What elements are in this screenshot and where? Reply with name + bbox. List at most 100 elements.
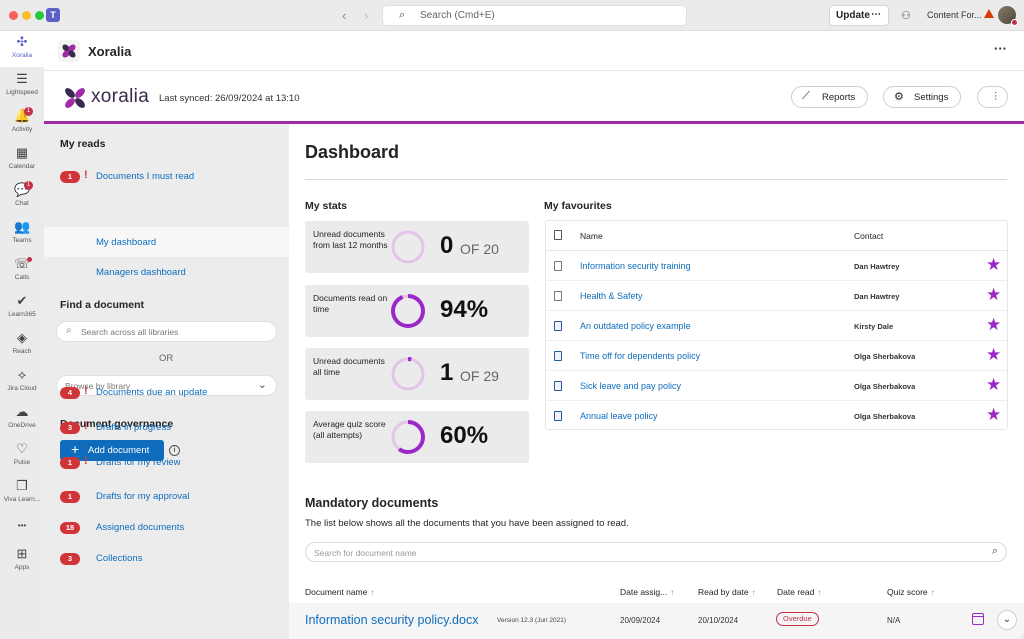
star-icon[interactable]: ★ <box>986 406 1001 423</box>
quiz-score-value: N/A <box>887 616 901 625</box>
library-search-input[interactable]: ⌕ Search across all libraries <box>56 321 277 342</box>
rail-item-calls[interactable]: ☏ Calls <box>0 253 44 289</box>
star-icon[interactable]: ★ <box>986 256 1001 273</box>
header-more-button[interactable]: ⋮ <box>977 86 1008 108</box>
page-icon <box>554 291 562 301</box>
rail-item-pulse[interactable]: ♡ Pulse <box>0 438 44 474</box>
close-window-button[interactable] <box>9 11 18 20</box>
column-header-date-read[interactable]: Date read ↑ <box>777 587 821 597</box>
rail-item-onedrive[interactable]: ☁ OneDrive <box>0 401 44 437</box>
rail-item-more[interactable]: ••• <box>0 508 44 544</box>
exclamation-icon: ! <box>84 420 88 432</box>
stat-card[interactable]: Unread documents all time 1 OF 29 <box>305 348 529 400</box>
document-name-search-input[interactable]: Search for document name ⌕ <box>305 542 1007 562</box>
forward-arrow-icon[interactable]: › <box>364 8 368 23</box>
rail-item-label: Calendar <box>8 163 36 170</box>
stat-card[interactable]: Documents read on time 94% <box>305 285 529 337</box>
list-item[interactable]: Sick leave and pay policy Olga Sherbakova… <box>546 371 1009 401</box>
column-header-read-by-date[interactable]: Read by date ↑ <box>698 587 756 597</box>
rail-item-viva-learn[interactable]: ❐ Viva Learn... <box>0 475 44 511</box>
nav-item-drafts-for-my-review[interactable]: 1! Drafts for my review <box>44 450 289 476</box>
favourite-name-link[interactable]: Annual leave policy <box>580 411 658 421</box>
rail-item-activity[interactable]: 🔔 Activity 1 <box>0 105 44 141</box>
find-document-heading: Find a document <box>60 299 144 311</box>
stat-card[interactable]: Average quiz score (all attempts) 60% <box>305 411 529 463</box>
rail-item-jira-cloud[interactable]: ⟡ Jira Cloud <box>0 364 44 400</box>
list-item[interactable]: Time off for dependents policy Olga Sherb… <box>546 341 1009 371</box>
update-button[interactable]: Update ⋯ <box>829 5 889 26</box>
app-main: Xoralia ··· xoralia Last synced: 26/09/2… <box>44 31 1024 639</box>
org-name[interactable]: Content For... <box>927 10 982 20</box>
favourite-name-link[interactable]: Information security training <box>580 261 691 271</box>
titlebar: T ‹ › ⌕ Search (Cmd+E) Update ⋯ ⚇ Conten… <box>0 0 1024 31</box>
rail-item-apps[interactable]: ⊞ Apps <box>0 543 44 579</box>
star-icon[interactable]: ★ <box>986 286 1001 303</box>
global-search-input[interactable]: ⌕ Search (Cmd+E) <box>382 5 687 26</box>
favourite-name-link[interactable]: Sick leave and pay policy <box>580 381 681 391</box>
nav-item-drafts-in-progress[interactable]: 3! Drafts in progress <box>44 415 289 441</box>
column-header-name[interactable]: Name <box>580 231 603 241</box>
document-icon <box>554 230 562 240</box>
star-icon[interactable]: ★ <box>986 376 1001 393</box>
column-header-date-assigned[interactable]: Date assig... ↑ <box>620 587 674 597</box>
nav-item-managers-dashboard[interactable]: Managers dashboard <box>44 260 289 286</box>
nav-item-documents-i-must-read[interactable]: 1 ! Documents I must read <box>44 164 289 190</box>
list-item[interactable]: Annual leave policy Olga Sherbakova ★ <box>546 401 1009 431</box>
column-header-document-name[interactable]: Document name ↑ <box>305 587 374 597</box>
nav-item-label: Collections <box>96 553 143 564</box>
calendar-sync-icon[interactable] <box>972 613 984 625</box>
stat-value: 94% <box>440 296 489 323</box>
back-arrow-icon[interactable]: ‹ <box>342 8 346 23</box>
list-item[interactable]: An outdated policy example Kirsty Dale ★ <box>546 311 1009 341</box>
favourite-name-link[interactable]: Time off for dependents policy <box>580 351 700 361</box>
notification-badge: 1 <box>24 107 33 116</box>
rail-item-label: Activity <box>11 126 33 133</box>
document-name-link[interactable]: Information security policy.docx <box>305 613 478 627</box>
settings-button[interactable]: ⚙ Settings <box>883 86 961 108</box>
rail-item-label: Lightspeed <box>6 89 38 96</box>
rail-item-reach[interactable]: ◈ Reach <box>0 327 44 363</box>
or-separator: OR <box>159 353 174 364</box>
table-row[interactable]: Information security policy.docx Version… <box>289 603 1024 639</box>
apps-icon: ⊞ <box>16 546 28 561</box>
count-badge: 4 <box>60 387 80 399</box>
rail-item-teams[interactable]: 👥 Teams <box>0 216 44 252</box>
minimize-window-button[interactable] <box>22 11 31 20</box>
rail-item-xoralia[interactable]: ✣ Xoralia <box>0 31 44 67</box>
word-document-icon <box>554 381 562 391</box>
nav-item-collections[interactable]: 3 Collections <box>44 546 289 572</box>
stat-card[interactable]: Unread documents from last 12 months 0 OF … <box>305 221 529 273</box>
rail-item-calendar[interactable]: ▦ Calendar <box>0 142 44 178</box>
column-header-contact[interactable]: Contact <box>854 231 883 241</box>
settings-label: Settings <box>914 92 949 103</box>
star-icon[interactable]: ★ <box>986 316 1001 333</box>
rail-item-learn365[interactable]: ✔ Learn365 <box>0 290 44 326</box>
org-switch-icon[interactable]: ⚇ <box>901 9 911 22</box>
mandatory-documents-heading: Mandatory documents <box>305 496 439 510</box>
app-more-icon[interactable]: ··· <box>994 41 1007 56</box>
nav-item-documents-due-an-update[interactable]: 4! Documents due an update <box>44 380 289 406</box>
zoom-window-button[interactable] <box>35 11 44 20</box>
teams-logo-icon: T <box>46 8 60 22</box>
nav-item-drafts-for-my-approval[interactable]: 1 Drafts for my approval <box>44 484 289 510</box>
expand-row-button[interactable]: ⌄ <box>997 610 1017 630</box>
count-badge: 1 <box>60 171 80 183</box>
favourite-name-link[interactable]: An outdated policy example <box>580 321 691 331</box>
progress-ring <box>391 420 425 454</box>
exclamation-icon: ! <box>84 455 88 467</box>
xoralia-icon: ✣ <box>16 34 28 49</box>
reports-button[interactable]: ⟋ Reports <box>791 86 868 108</box>
search-icon: ⌕ <box>399 9 406 21</box>
column-label: Quiz score <box>887 587 928 597</box>
list-item[interactable]: Information security training Dan Hawtrey… <box>546 251 1009 281</box>
nav-item-assigned-documents[interactable]: 18 Assigned documents <box>44 515 289 541</box>
rail-item-lightspeed[interactable]: ☰ Lightspeed <box>0 68 44 104</box>
rail-item-chat[interactable]: 💬 Chat 1 <box>0 179 44 215</box>
avatar[interactable] <box>998 6 1018 26</box>
xoralia-header: xoralia Last synced: 26/09/2024 at 13:10… <box>44 71 1024 124</box>
favourite-name-link[interactable]: Health & Safety <box>580 291 643 301</box>
column-header-quiz-score[interactable]: Quiz score ↑ <box>887 587 935 597</box>
star-icon[interactable]: ★ <box>986 346 1001 363</box>
nav-item-my-dashboard[interactable]: My dashboard <box>44 227 289 257</box>
list-item[interactable]: Health & Safety Dan Hawtrey ★ <box>546 281 1009 311</box>
